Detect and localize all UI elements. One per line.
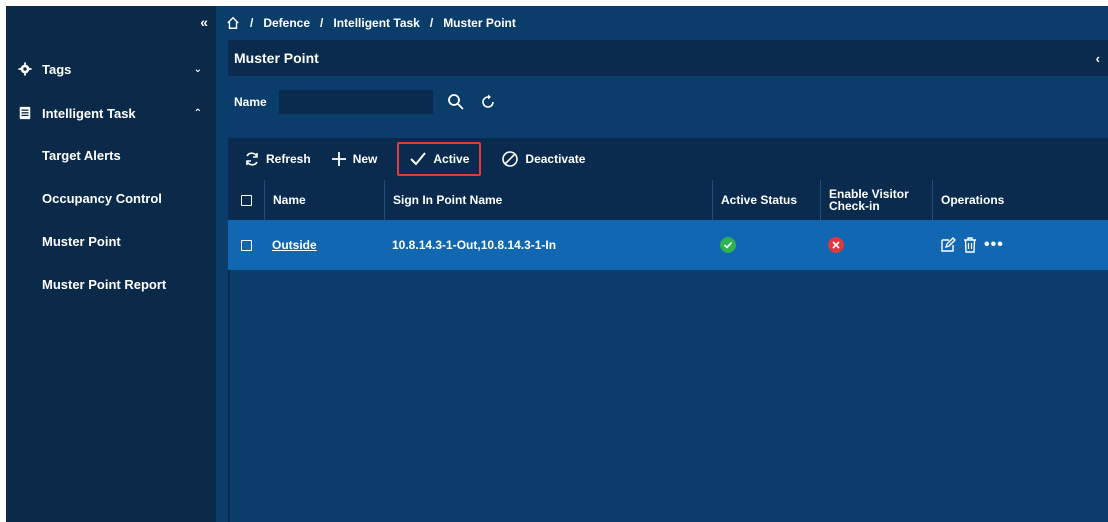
active-button[interactable]: Active (397, 142, 482, 176)
panel-header: Muster Point ‹ (228, 40, 1108, 76)
sidebar-group-label: Intelligent Task (42, 105, 136, 121)
check-circle-icon (720, 237, 736, 253)
clipboard-icon (19, 106, 31, 120)
row-name-cell: Outside (264, 220, 384, 270)
header-operations: Operations (932, 180, 1108, 220)
header-checkbox-cell (228, 180, 264, 220)
deactivate-label: Deactivate (525, 152, 586, 166)
sidebar-item-label: Target Alerts (42, 147, 121, 163)
sidebar-item-label: Occupancy Control (42, 190, 162, 206)
main-content: / Defence / Intelligent Task / Muster Po… (216, 6, 1108, 522)
header-active-status[interactable]: Active Status (712, 180, 820, 220)
row-checkbox-cell (228, 220, 264, 270)
row-sign-in-point: 10.8.14.3-1-Out,10.8.14.3-1-In (392, 238, 557, 252)
reset-icon[interactable] (479, 93, 497, 111)
sidebar-item-target-alerts[interactable]: Target Alerts (6, 143, 216, 167)
plus-icon (331, 152, 346, 166)
deactivate-button[interactable]: Deactivate (501, 142, 585, 176)
active-label: Active (433, 152, 470, 166)
new-label: New (352, 152, 378, 166)
new-button[interactable]: New (331, 142, 378, 176)
double-chevron-left-icon[interactable]: « (200, 14, 208, 30)
breadcrumb-item-intelligent-task[interactable]: Intelligent Task (333, 16, 419, 30)
sidebar-item-muster-point[interactable]: Muster Point (6, 229, 216, 253)
header-sign-in-point[interactable]: Sign In Point Name (384, 180, 712, 220)
sidebar-item-muster-point-report[interactable]: Muster Point Report (6, 272, 216, 296)
breadcrumb-separator: / (250, 16, 254, 30)
chevron-down-icon: ⌄ (193, 63, 202, 75)
refresh-button[interactable]: Refresh (244, 142, 311, 176)
sidebar-group-label: Tags (42, 61, 72, 77)
row-operations: ••• (932, 220, 1108, 270)
breadcrumb: / Defence / Intelligent Task / Muster Po… (216, 6, 1108, 40)
header-enable-visitor[interactable]: Enable Visitor Check-in (820, 180, 932, 220)
sidebar: « Tags ⌄ Intelligent Task ⌃ Target Alert… (6, 6, 216, 522)
search-icon[interactable] (447, 93, 465, 111)
sidebar-group-intelligent-task[interactable]: Intelligent Task ⌃ (6, 98, 216, 128)
row-active-status (712, 220, 820, 270)
sidebar-item-occupancy-control[interactable]: Occupancy Control (6, 186, 216, 210)
home-icon[interactable] (226, 16, 240, 30)
table-row[interactable]: Outside 10.8.14.3-1-Out,10.8.14.3-1-In •… (228, 220, 1108, 270)
select-all-checkbox[interactable] (240, 194, 252, 206)
checkmark-icon (410, 152, 427, 166)
search-label: Name (234, 95, 267, 109)
collapse-panel-icon[interactable]: ‹ (1096, 51, 1100, 66)
sidebar-item-label: Muster Point (42, 233, 121, 249)
prohibited-icon (502, 151, 519, 167)
refresh-label: Refresh (266, 152, 311, 166)
sidebar-item-label: Muster Point Report (42, 276, 167, 292)
toolbar: Refresh New Active Deactivate (228, 138, 1108, 180)
breadcrumb-item-muster-point: Muster Point (443, 16, 516, 30)
chevron-up-icon: ⌃ (193, 107, 202, 119)
row-enable-visitor (820, 220, 932, 270)
breadcrumb-separator: / (320, 16, 324, 30)
sidebar-group-tags[interactable]: Tags ⌄ (6, 54, 216, 84)
muster-point-table: Name Sign In Point Name Active Status En… (228, 180, 1108, 270)
row-checkbox[interactable] (240, 239, 252, 251)
page-title: Muster Point (234, 50, 319, 66)
edit-icon[interactable] (940, 237, 956, 253)
name-search-input[interactable] (278, 90, 433, 114)
search-bar: Name (228, 76, 1108, 128)
refresh-icon (246, 152, 258, 166)
x-circle-icon (828, 237, 844, 253)
header-name[interactable]: Name (264, 180, 384, 220)
gear-icon (18, 62, 32, 76)
row-name-link[interactable]: Outside (272, 238, 317, 252)
trash-icon[interactable] (962, 237, 978, 253)
more-options-icon[interactable]: ••• (984, 236, 1004, 254)
table-header: Name Sign In Point Name Active Status En… (228, 180, 1108, 220)
left-divider (228, 270, 230, 522)
breadcrumb-item-defence[interactable]: Defence (263, 16, 310, 30)
breadcrumb-separator: / (429, 16, 434, 30)
app-frame: « Tags ⌄ Intelligent Task ⌃ Target Alert… (6, 6, 1108, 522)
